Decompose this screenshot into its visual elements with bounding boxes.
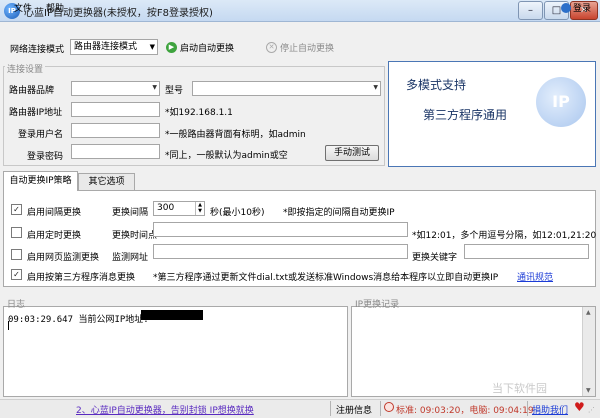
ip-log-title: IP更换记录: [355, 300, 400, 310]
ip-logo-icon: IP: [536, 77, 586, 127]
username-input[interactable]: [71, 123, 160, 138]
timepoint-label: 更换时间点: [112, 231, 158, 241]
interval-value: 300: [157, 203, 175, 213]
log-line: 09:03:29.647 当前公网IP地址:: [8, 315, 149, 325]
router-ip-hint: *如192.168.1.1: [165, 108, 233, 118]
heart-icon: ♥: [574, 400, 585, 414]
thirdparty-checkbox[interactable]: ✓: [11, 269, 22, 280]
ip-log-scrollbar[interactable]: ▲ ▼: [582, 307, 595, 396]
stop-auto-label: 停止自动更换: [280, 44, 335, 54]
monitor-url-label: 监测网址: [112, 253, 149, 263]
timepoint-note: *如12:01，多个用逗号分隔，如12:01,21:20: [412, 231, 597, 241]
stop-icon: ✕: [266, 42, 277, 53]
model-select[interactable]: [192, 81, 381, 96]
status-divider: [380, 401, 381, 416]
interval-note: *即按指定的间隔自动更换IP: [283, 208, 395, 218]
comm-spec-link[interactable]: 通讯规范: [517, 270, 553, 283]
ad-line-2: 第三方程序通用: [423, 108, 508, 122]
conn-mode-select[interactable]: 路由器连接模式 ▼: [70, 39, 158, 55]
interval-stepper[interactable]: 300 ▲ ▼: [153, 201, 205, 216]
router-brand-label: 路由器品牌: [9, 86, 55, 96]
chevron-down-icon: ▼: [149, 43, 155, 51]
donate-link[interactable]: 捐助我们: [532, 403, 568, 416]
scheduled-checkbox-label[interactable]: 启用定时更换: [27, 228, 81, 241]
start-auto-button[interactable]: ▶ 启动自动更换: [166, 41, 234, 54]
router-ip-input[interactable]: [71, 102, 160, 117]
router-ip-label: 路由器IP地址: [9, 108, 63, 118]
password-hint: *同上，一般默认为admin或空: [165, 151, 288, 161]
username-hint: *一般路由器背面有标明，如admin: [165, 130, 306, 140]
thirdparty-note: *第三方程序通过更新文件dial.txt或发送标准Windows消息给本程序以立…: [153, 273, 499, 283]
interval-checkbox[interactable]: ✓: [11, 204, 22, 215]
tab-ip-strategy[interactable]: 自动更换IP策略: [3, 171, 78, 191]
scroll-up-icon[interactable]: ▲: [586, 309, 591, 316]
conn-settings-title: 连接设置: [5, 62, 46, 75]
redacted-ip: [141, 310, 203, 320]
webmon-checkbox-label[interactable]: 启用网页监测更换: [27, 250, 99, 263]
ip-log-list[interactable]: [351, 306, 596, 397]
ad-line-1: 多模式支持: [406, 78, 467, 92]
scheduled-checkbox[interactable]: [11, 227, 22, 238]
conn-mode-label: 网络连接模式: [10, 45, 65, 55]
user-icon: [561, 2, 571, 13]
status-divider: [330, 401, 331, 416]
log-title: 日志: [7, 300, 26, 310]
interval-field-label: 更换间隔: [112, 208, 149, 218]
menu-file[interactable]: 文件: [14, 1, 32, 14]
conn-mode-value: 路由器连接模式: [74, 42, 138, 52]
watermark: 当下软件园: [492, 382, 547, 395]
minimize-button[interactable]: –: [518, 1, 543, 20]
menu-bar: [0, 22, 600, 38]
resize-grip-icon[interactable]: ⋰: [588, 406, 595, 414]
registration-info[interactable]: 注册信息: [336, 403, 372, 416]
menu-help[interactable]: 帮助: [46, 1, 64, 14]
timepoint-input[interactable]: [153, 222, 408, 237]
monitor-url-input[interactable]: [153, 244, 408, 259]
keyword-input[interactable]: [464, 244, 589, 259]
status-times: 标准: 09:03:20，电脑: 09:04:19: [396, 406, 534, 416]
model-label: 型号: [165, 86, 184, 96]
spinner-arrows-icon[interactable]: ▲ ▼: [195, 202, 204, 215]
login-label: 登录: [573, 4, 592, 14]
thirdparty-checkbox-label[interactable]: 启用按第三方程序消息更换: [27, 270, 135, 283]
clock-icon: [384, 402, 394, 412]
keyword-label: 更换关键字: [412, 253, 458, 263]
start-auto-label: 启动自动更换: [180, 44, 235, 54]
password-label: 登录密码: [27, 152, 64, 162]
interval-checkbox-label[interactable]: 启用间隔更换: [27, 205, 81, 218]
router-brand-select[interactable]: [71, 81, 160, 96]
scroll-down-icon[interactable]: ▼: [586, 387, 591, 394]
status-divider: [527, 401, 528, 416]
password-input[interactable]: [71, 144, 160, 159]
interval-unit: 秒(最小10秒): [210, 208, 265, 218]
status-ad-link[interactable]: 2、心蓝IP自动更换器，告别封锁 IP想换就换: [76, 403, 254, 416]
play-icon: ▶: [166, 42, 177, 53]
login-button[interactable]: 登录: [561, 1, 591, 14]
webmon-checkbox[interactable]: [11, 249, 22, 260]
username-label: 登录用户名: [18, 130, 64, 140]
manual-test-button[interactable]: 手动测试: [325, 145, 379, 161]
stop-auto-button[interactable]: ✕ 停止自动更换: [266, 41, 334, 54]
tab-other-options[interactable]: 其它选项: [78, 173, 135, 191]
text-caret: [8, 321, 9, 330]
